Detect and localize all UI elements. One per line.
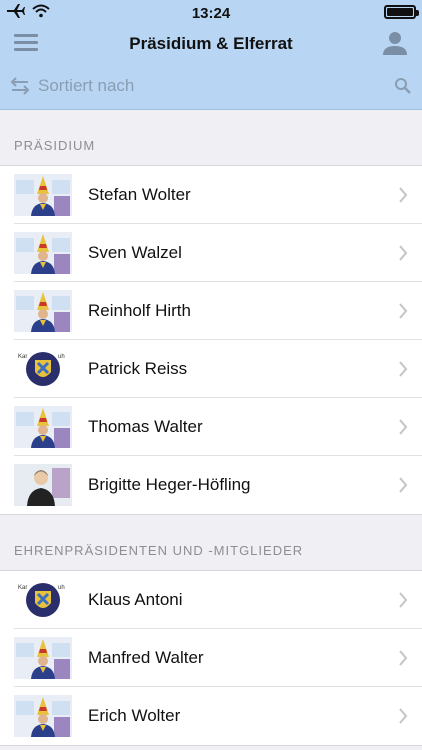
- chevron-right-icon: [399, 361, 408, 377]
- section-header-ehrenpraesidenten: EHRENPRÄSIDENTEN UND -MITGLIEDER: [14, 543, 304, 558]
- list-item-name: Reinholf Hirth: [88, 301, 191, 320]
- list-item-name: Patrick Reiss: [88, 359, 188, 378]
- chevron-right-icon: [399, 187, 408, 203]
- list-item[interactable]: Kar uh Patrick Reiss: [0, 340, 422, 398]
- list-item[interactable]: Kar uh Klaus Antoni: [0, 571, 422, 629]
- status-icons: [6, 3, 50, 19]
- list-praesidium: Stefan Wolter Sven Walzel Reinholf Hirth Ka…: [0, 165, 422, 515]
- status-bar: 13:24: [0, 0, 422, 26]
- list-item-name: Brigitte Heger-Höfling: [88, 475, 251, 494]
- chevron-right-icon: [399, 708, 408, 724]
- avatar: [14, 290, 72, 332]
- list-item-name: Sven Walzel: [88, 243, 182, 262]
- battery-icon: [384, 5, 419, 19]
- svg-text:uh: uh: [58, 354, 65, 360]
- list-item[interactable]: Stefan Wolter: [0, 166, 422, 224]
- list-item-name: Klaus Antoni: [88, 590, 183, 609]
- wifi-icon: [32, 4, 50, 18]
- avatar: [14, 637, 72, 679]
- avatar: [14, 174, 72, 216]
- chevron-right-icon: [399, 592, 408, 608]
- avatar: Kar uh: [14, 348, 72, 390]
- search-icon[interactable]: [394, 77, 412, 95]
- list-item-name: Erich Wolter: [88, 706, 181, 725]
- list-item-name: Stefan Wolter: [88, 185, 191, 204]
- sort-placeholder[interactable]: Sortiert nach: [38, 76, 134, 96]
- chevron-right-icon: [399, 303, 408, 319]
- avatar: Kar uh: [14, 579, 72, 621]
- airplane-icon: [7, 4, 25, 18]
- page-title: Präsidium & Elferrat: [129, 34, 293, 53]
- svg-text:Kar: Kar: [18, 354, 27, 360]
- avatar: [14, 464, 72, 506]
- avatar: [14, 406, 72, 448]
- chevron-right-icon: [399, 477, 408, 493]
- swap-arrows-icon[interactable]: [8, 74, 32, 98]
- navigation-bar: Präsidium & Elferrat: [0, 26, 422, 62]
- chevron-right-icon: [399, 650, 408, 666]
- menu-icon[interactable]: [14, 34, 38, 54]
- list-item[interactable]: Thomas Walter: [0, 398, 422, 456]
- list-item[interactable]: Reinholf Hirth: [0, 282, 422, 340]
- svg-text:uh: uh: [58, 585, 65, 591]
- chevron-right-icon: [399, 419, 408, 435]
- list-item[interactable]: Sven Walzel: [0, 224, 422, 282]
- avatar: [14, 695, 72, 737]
- chevron-right-icon: [399, 245, 408, 261]
- sort-bar[interactable]: Sortiert nach: [0, 62, 422, 110]
- list-item[interactable]: Manfred Walter: [0, 629, 422, 687]
- list-item-name: Manfred Walter: [88, 648, 204, 667]
- svg-text:Kar: Kar: [18, 585, 27, 591]
- status-time: 13:24: [191, 4, 231, 22]
- list-item[interactable]: Erich Wolter: [0, 687, 422, 745]
- list-item[interactable]: Brigitte Heger-Höfling: [0, 456, 422, 514]
- section-header-praesidium: PRÄSIDIUM: [14, 138, 96, 153]
- list-ehrenpraesidenten: Kar uh Klaus Antoni Manfred Walter Erich Wol…: [0, 570, 422, 746]
- profile-icon[interactable]: [382, 30, 408, 56]
- avatar: [14, 232, 72, 274]
- list-item-name: Thomas Walter: [88, 417, 203, 436]
